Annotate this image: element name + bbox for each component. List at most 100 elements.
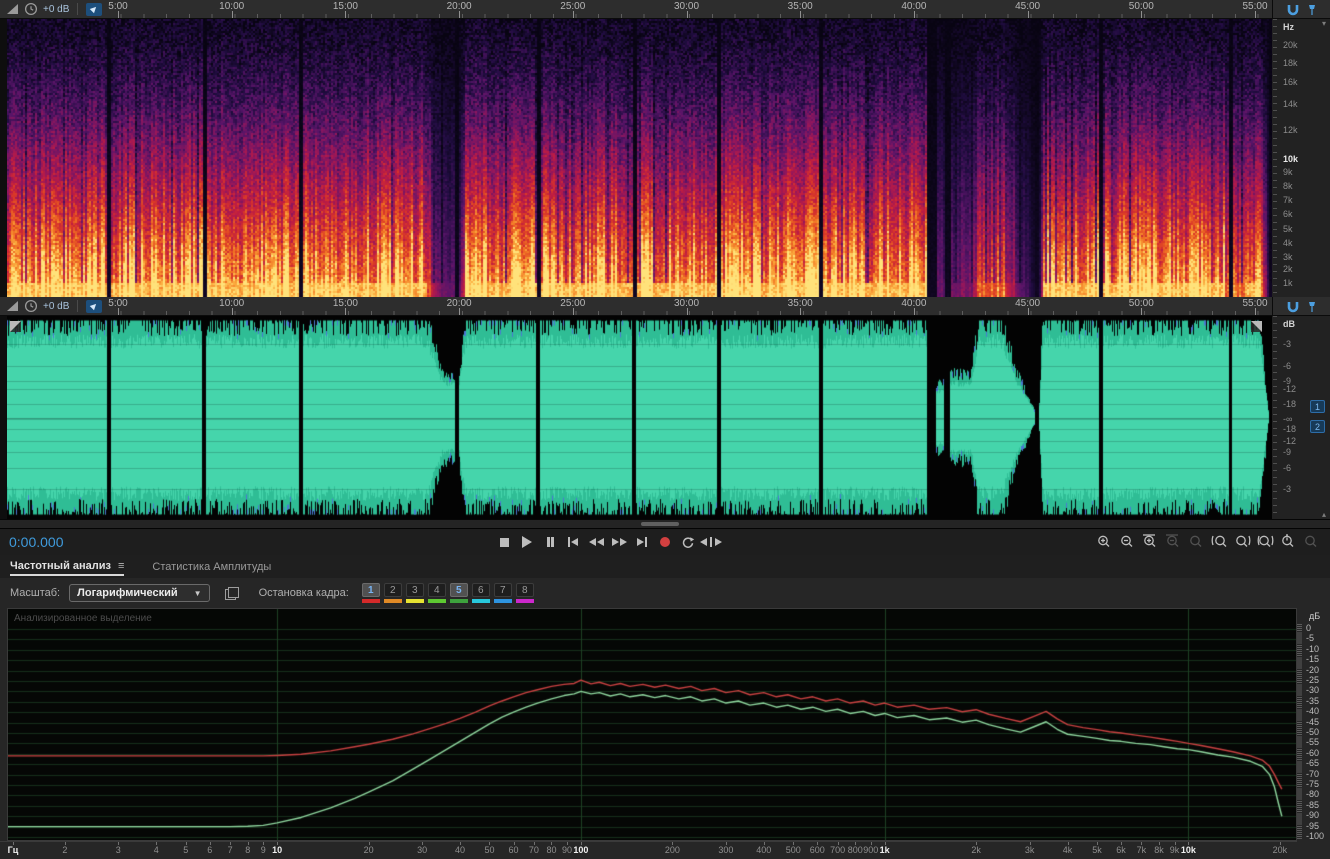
skip-to-end-button[interactable] <box>632 533 652 551</box>
record-button[interactable] <box>655 533 675 551</box>
frequency-axis-label: 3 <box>116 845 121 855</box>
hold-frame-button-4[interactable]: 4 <box>428 583 446 597</box>
panel-menu-icon[interactable]: ≡ <box>118 560 124 572</box>
play-button[interactable] <box>517 533 537 551</box>
marker-pin-icon[interactable] <box>1307 300 1317 313</box>
frequency-scale[interactable]: ▾ Hz 20k18k16k14k12k10k9k8k7k6k5k4k3k2k1… <box>1272 19 1330 297</box>
level-fade-icon[interactable] <box>6 299 19 313</box>
frequency-axis-label: 6 <box>207 845 212 855</box>
snap-toggle-button[interactable] <box>86 300 102 313</box>
clock-icon[interactable] <box>24 2 38 16</box>
frequency-analysis-canvas[interactable] <box>7 608 1297 841</box>
ffwd-icon <box>612 538 627 546</box>
marker-pin-icon[interactable] <box>1307 3 1317 16</box>
loop-playback-button[interactable] <box>678 533 698 551</box>
timeline-major-tick <box>914 308 915 315</box>
timeline-minor-ticks <box>7 14 1272 18</box>
spectrogram-timeline-ruler[interactable]: 5:0010:0015:0020:0025:0030:0035:0040:004… <box>0 0 1330 19</box>
frequency-graph-area: Анализированное выделение <box>0 608 1297 841</box>
hold-frame-color-swatch <box>494 599 512 603</box>
frequency-scale-label: 5k <box>1283 224 1293 234</box>
frequency-axis-tick <box>263 842 264 845</box>
db-axis-label: -5 <box>1306 633 1314 643</box>
frequency-scale-label: 4k <box>1283 238 1293 248</box>
copy-graph-button[interactable] <box>225 587 238 599</box>
scale-label: Масштаб: <box>10 587 60 599</box>
channel-1-button[interactable]: 1 <box>1310 400 1325 413</box>
waveform-scrollbar[interactable] <box>0 519 1330 528</box>
frequency-scale-label: 2k <box>1283 264 1293 274</box>
clock-icon[interactable] <box>24 299 38 313</box>
frequency-axis-label: 3k <box>1025 845 1035 855</box>
frequency-axis-label: 700 <box>830 845 845 855</box>
db-axis-label: -70 <box>1306 769 1319 779</box>
frequency-scale-label: 6k <box>1283 209 1293 219</box>
snap-toggle-button[interactable] <box>86 3 102 16</box>
db-axis-label: -40 <box>1306 706 1319 716</box>
hold-frame-button-7[interactable]: 7 <box>494 583 512 597</box>
frequency-axis-label: 20 <box>364 845 374 855</box>
hold-frame-button-8[interactable]: 8 <box>516 583 534 597</box>
hold-frame-color-swatch <box>516 599 534 603</box>
zoom-to-selection-button[interactable] <box>1255 533 1276 551</box>
waveform-timeline-ruler[interactable]: 5:0010:0015:0020:0025:0030:0035:0040:004… <box>0 297 1330 316</box>
frequency-axis-label: 4k <box>1063 845 1073 855</box>
hold-frame-button-6[interactable]: 6 <box>472 583 490 597</box>
db-axis-label: -30 <box>1306 685 1319 695</box>
amplitude-scale[interactable]: dB ▴ -3-6-9-12-18-∞-18-12-9-6-312 <box>1272 316 1330 519</box>
hold-frame-color-swatch <box>384 599 402 603</box>
hold-frame-button-2[interactable]: 2 <box>384 583 402 597</box>
magnifier-icon <box>1188 534 1205 550</box>
hold-frame-button-1[interactable]: 1 <box>362 583 380 597</box>
magnifier-icon <box>1303 534 1320 550</box>
hold-frame-button-5[interactable]: 5 <box>450 583 468 597</box>
scale-scroll-up-icon[interactable]: ▾ <box>1322 19 1326 28</box>
timeline-major-tick <box>687 308 688 315</box>
frequency-axis-label: 5 <box>183 845 188 855</box>
restore-zoom-button[interactable] <box>1278 533 1299 551</box>
channel-2-button[interactable]: 2 <box>1310 420 1325 433</box>
frequency-axis-tick <box>551 842 552 845</box>
scrub-button[interactable] <box>701 533 721 551</box>
tab-amplitude-statistics[interactable]: Статистика Амплитуды <box>152 555 271 576</box>
spectrogram-ruler-tools <box>1272 0 1330 18</box>
tab-frequency-analysis[interactable]: Частотный анализ ≡ <box>10 555 124 576</box>
frequency-axis-tick <box>1280 842 1281 845</box>
amplitude-scale-ticks <box>1273 316 1277 519</box>
waveform-scrollbar-thumb[interactable] <box>641 522 679 526</box>
rewind-button[interactable] <box>586 533 606 551</box>
db-axis-label: -55 <box>1306 737 1319 747</box>
zoom-in-left-edge-button[interactable] <box>1209 533 1230 551</box>
zoom-in-right-edge-button[interactable] <box>1232 533 1253 551</box>
scale-scroll-down-icon[interactable]: ▴ <box>1322 510 1326 519</box>
frequency-axis-label: 400 <box>756 845 771 855</box>
frequency-axis-label: 50 <box>484 845 494 855</box>
db-axis-label: -35 <box>1306 696 1319 706</box>
zoom-in-button[interactable] <box>1094 533 1115 551</box>
frequency-axis-label: 1k <box>880 845 890 855</box>
hold-frame-color-swatch <box>406 599 424 603</box>
zoom-in-full-button[interactable] <box>1140 533 1161 551</box>
spectrogram-canvas[interactable] <box>7 19 1272 297</box>
hold-frame-button-3[interactable]: 3 <box>406 583 424 597</box>
timeline-major-tick <box>1141 11 1142 18</box>
scale-dropdown[interactable]: Логарифмический ▼ <box>69 584 209 602</box>
timeline-major-tick <box>459 11 460 18</box>
fast-forward-button[interactable] <box>609 533 629 551</box>
magnifier-icon <box>1165 534 1182 550</box>
select-all-corner-icon[interactable] <box>1251 321 1262 332</box>
zoom-out-button[interactable] <box>1117 533 1138 551</box>
level-fade-icon[interactable] <box>6 2 19 16</box>
magnifier-icon <box>1257 534 1274 550</box>
skip-to-start-button[interactable] <box>563 533 583 551</box>
frequency-axis-tick <box>65 842 66 845</box>
frequency-scale-label: 7k <box>1283 195 1293 205</box>
magnet-icon[interactable] <box>1286 300 1300 313</box>
pause-button[interactable] <box>540 533 560 551</box>
stop-button[interactable] <box>494 533 514 551</box>
select-all-corner-icon[interactable] <box>10 321 21 332</box>
timeline-minor-ticks <box>7 311 1272 315</box>
hold-frame-7: 7 <box>494 583 512 603</box>
magnet-icon[interactable] <box>1286 3 1300 16</box>
waveform-canvas[interactable] <box>7 316 1272 519</box>
